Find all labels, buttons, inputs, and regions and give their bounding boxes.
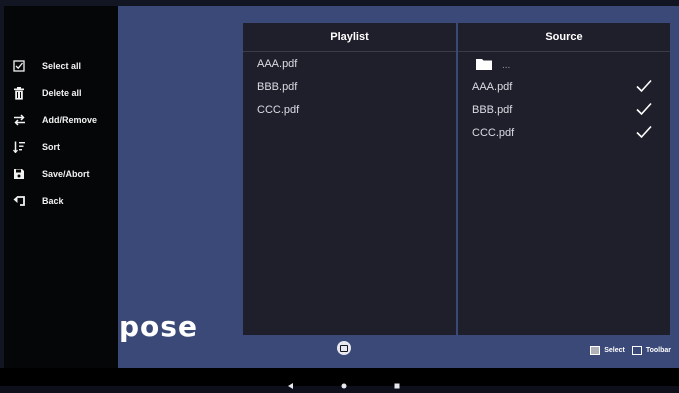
- menu-label-sort: Sort: [42, 142, 60, 152]
- parent-folder-item[interactable]: ...: [458, 55, 670, 75]
- menu-label-select-all: Select all: [42, 61, 82, 71]
- key-legend: Select Toolbar: [590, 346, 671, 355]
- menu-item-sort[interactable]: Sort: [4, 136, 118, 158]
- checkmark-icon: [636, 125, 652, 142]
- menu-item-save-abort[interactable]: Save/Abort: [4, 163, 118, 185]
- source-item[interactable]: BBB.pdf: [458, 100, 670, 120]
- save-icon: [12, 167, 26, 181]
- menu-label-add-remove: Add/Remove: [42, 115, 98, 125]
- screen: pose Select all Delete all Add/Remove So…: [0, 0, 679, 389]
- folder-icon: [476, 58, 492, 73]
- source-item-name: BBB.pdf: [472, 104, 513, 116]
- legend-toolbar-label: Toolbar: [645, 347, 671, 354]
- toolbar-key-icon: [631, 346, 642, 355]
- swap-icon: [12, 113, 26, 127]
- playlist-header: Playlist: [243, 23, 456, 52]
- menu-item-add-remove[interactable]: Add/Remove: [4, 109, 118, 131]
- home-dot-icon[interactable]: [341, 374, 347, 393]
- playlist-item[interactable]: BBB.pdf: [243, 77, 456, 97]
- trash-icon: [12, 86, 26, 100]
- navigation-bar: [0, 368, 679, 389]
- playlist-item[interactable]: CCC.pdf: [243, 100, 456, 120]
- back-icon: [12, 194, 26, 208]
- checkbox-icon: [12, 59, 26, 73]
- checkmark-icon: [636, 79, 652, 96]
- menu-item-delete-all[interactable]: Delete all: [4, 82, 118, 104]
- playlist-panel: Playlist AAA.pdf BBB.pdf CCC.pdf: [243, 23, 456, 335]
- select-icon: [340, 344, 348, 352]
- menu-item-back[interactable]: Back: [4, 190, 118, 212]
- source-panel: Source ... AAA.pdf BBB.pdf CCC.pdf: [458, 23, 670, 335]
- source-item-name: CCC.pdf: [472, 127, 515, 139]
- source-item-name: AAA.pdf: [472, 81, 513, 93]
- source-item[interactable]: AAA.pdf: [458, 77, 670, 97]
- background-title-fragment: pose: [119, 310, 198, 343]
- back-triangle-icon[interactable]: [288, 374, 294, 393]
- checkmark-icon: [636, 102, 652, 119]
- select-key-icon: [590, 346, 601, 355]
- sidebar-menu: Select all Delete all Add/Remove Sort Sa…: [4, 6, 118, 368]
- menu-label-save-abort: Save/Abort: [42, 169, 90, 179]
- menu-label-back: Back: [42, 196, 64, 206]
- recents-square-icon[interactable]: [394, 374, 400, 393]
- source-header: Source: [458, 23, 670, 52]
- sort-icon: [12, 140, 26, 154]
- parent-folder-label: ...: [502, 59, 511, 71]
- menu-label-delete-all: Delete all: [42, 88, 82, 98]
- legend-select-label: Select: [604, 347, 625, 354]
- center-select-button[interactable]: [337, 341, 351, 355]
- playlist-item[interactable]: AAA.pdf: [243, 54, 456, 74]
- menu-item-select-all[interactable]: Select all: [4, 55, 118, 77]
- source-item[interactable]: CCC.pdf: [458, 123, 670, 143]
